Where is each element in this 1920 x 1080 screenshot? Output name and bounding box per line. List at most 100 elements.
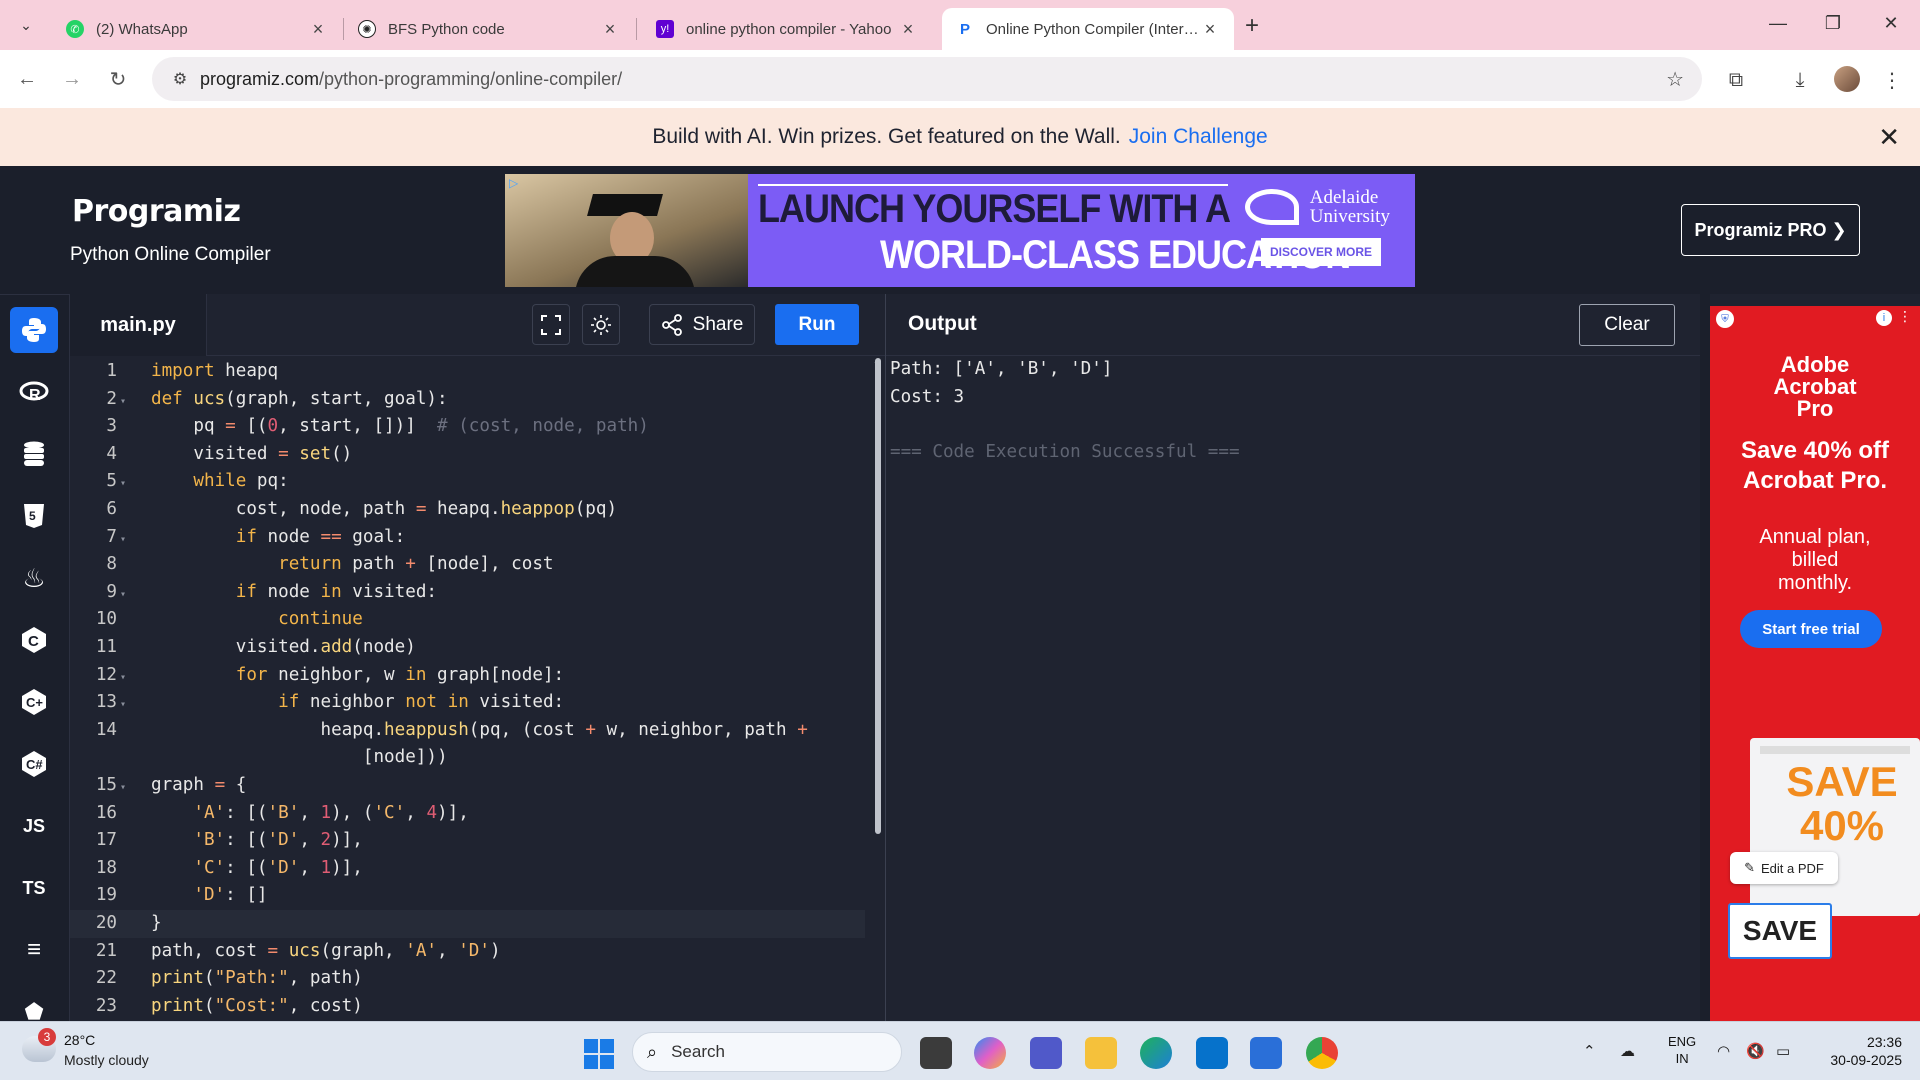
system-clock[interactable]: 23:36 30-09-2025 <box>1818 1033 1902 1069</box>
clear-button[interactable]: Clear <box>1579 304 1675 346</box>
code-line[interactable]: 23 print("Cost:", cost) <box>70 993 865 1021</box>
tab-yahoo-search[interactable]: y! online python compiler - Yahoo × <box>642 8 932 50</box>
code-line[interactable]: 3 pq = [(0, start, [])] # (cost, node, p… <box>70 413 865 441</box>
teams-icon[interactable] <box>1030 1037 1062 1069</box>
tab-search-button[interactable]: ⌄ <box>10 10 42 40</box>
windows-start-icon[interactable] <box>584 1039 614 1069</box>
reload-icon[interactable]: ↻ <box>103 64 133 94</box>
battery-icon[interactable]: ▭ <box>1776 1042 1790 1060</box>
code-line[interactable]: 11 visited.add(node) <box>70 634 865 662</box>
code-line[interactable]: 10 continue <box>70 606 865 634</box>
code-line[interactable]: 17 'B': [('D', 2)], <box>70 827 865 855</box>
minimize-icon[interactable]: — <box>1758 8 1798 38</box>
cpp-icon[interactable]: C+ <box>10 679 58 725</box>
adchoices-icon[interactable]: ▷ <box>509 176 518 190</box>
java-icon[interactable]: ♨ <box>10 555 58 601</box>
code-line[interactable]: [node])) <box>70 744 865 772</box>
tab-bfs-python-code[interactable]: ✺ BFS Python code × <box>344 8 634 50</box>
csharp-icon[interactable]: C# <box>10 741 58 787</box>
run-button[interactable]: Run <box>775 304 859 345</box>
chrome-icon[interactable] <box>1306 1037 1338 1069</box>
code-line[interactable]: 19 'D': [] <box>70 882 865 910</box>
fold-arrow-icon[interactable]: ▾ <box>117 691 129 719</box>
fold-arrow-icon[interactable]: ▾ <box>117 581 129 609</box>
forward-icon[interactable]: → <box>57 64 87 94</box>
input-language[interactable]: ENG IN <box>1668 1033 1696 1067</box>
taskbar-search[interactable]: ⌕ Search <box>632 1032 902 1072</box>
close-tab-icon[interactable]: × <box>1200 19 1220 40</box>
typescript-icon[interactable]: TS <box>10 865 58 911</box>
top-ad-banner[interactable]: ▷ LAUNCH YOURSELF WITH A WORLD-CLASS EDU… <box>505 174 1415 287</box>
html-icon[interactable]: 5 <box>10 493 58 539</box>
pane-divider[interactable] <box>885 294 886 1021</box>
file-tab-main[interactable]: main.py <box>70 294 207 356</box>
close-tab-icon[interactable]: × <box>308 19 328 40</box>
show-hidden-icons[interactable]: ⌃ <box>1583 1042 1596 1060</box>
download-icon[interactable]: ⤓ <box>1786 66 1814 94</box>
start-free-trial-button[interactable]: Start free trial <box>1740 610 1882 648</box>
c-icon[interactable]: C <box>10 617 58 663</box>
code-line[interactable]: 18 'C': [('D', 1)], <box>70 855 865 883</box>
theme-toggle-icon[interactable] <box>582 304 620 345</box>
restore-icon[interactable]: ❐ <box>1813 8 1853 38</box>
new-tab-button[interactable]: + <box>1245 12 1259 40</box>
go-icon[interactable]: ≡ <box>10 927 58 973</box>
address-bar[interactable]: ⚙ programiz.com/python-programming/onlin… <box>152 57 1702 101</box>
code-line[interactable]: 2 ▾ def ucs(graph, start, goal): <box>70 386 865 414</box>
profile-avatar[interactable] <box>1834 66 1860 92</box>
file-explorer-icon[interactable] <box>1085 1037 1117 1069</box>
programiz-logo[interactable]: Programiz <box>72 194 241 229</box>
close-window-icon[interactable]: ✕ <box>1871 8 1911 38</box>
code-editor[interactable]: 1 import heapq 2 ▾ def ucs(graph, start, goa… <box>70 356 865 1021</box>
programiz-pro-button[interactable]: Programiz PRO ❯ <box>1681 204 1860 256</box>
editor-scrollbar[interactable] <box>875 358 881 834</box>
code-line[interactable]: 12 ▾ for neighbor, w in graph[node]: <box>70 662 865 690</box>
volume-muted-icon[interactable]: 🔇 <box>1746 1042 1765 1060</box>
dell-icon[interactable] <box>1196 1037 1228 1069</box>
code-line[interactable]: 22 print("Path:", path) <box>70 965 865 993</box>
code-line[interactable]: 9 ▾ if node in visited: <box>70 579 865 607</box>
extensions-icon[interactable]: ⧉ <box>1722 66 1750 94</box>
code-line[interactable]: 4 visited = set() <box>70 441 865 469</box>
fold-arrow-icon[interactable]: ▾ <box>117 470 129 498</box>
fold-arrow-icon[interactable]: ▾ <box>117 388 129 416</box>
close-tab-icon[interactable]: × <box>898 19 918 40</box>
code-line[interactable]: 6 cost, node, path = heapq.heappop(pq) <box>70 496 865 524</box>
edge-icon[interactable] <box>1140 1037 1172 1069</box>
weather-temperature[interactable]: 28°C <box>64 1032 95 1048</box>
code-line[interactable]: 1 import heapq <box>70 358 865 386</box>
code-line[interactable]: 8 return path + [node], cost <box>70 551 865 579</box>
code-line[interactable]: 20} <box>70 910 865 938</box>
side-ad-adobe[interactable]: ⛨ i ⋮ Adobe Acrobat Pro Save 40% off Acr… <box>1710 306 1920 1021</box>
fold-arrow-icon[interactable]: ▾ <box>117 526 129 554</box>
code-line[interactable]: 5 ▾ while pq: <box>70 468 865 496</box>
store-icon[interactable] <box>1250 1037 1282 1069</box>
browser-menu-icon[interactable]: ⋮ <box>1878 66 1906 94</box>
discover-more-button[interactable]: DISCOVER MORE <box>1261 238 1381 266</box>
site-info-icon[interactable]: ⚙ <box>160 69 200 89</box>
code-line[interactable]: 14 heapq.heappush(pq, (cost + w, neighbo… <box>70 717 865 745</box>
ad-menu-icon[interactable]: ⋮ <box>1898 308 1912 325</box>
ad-info-icon[interactable]: i <box>1876 310 1892 326</box>
onedrive-icon[interactable]: ☁ <box>1620 1042 1635 1060</box>
join-challenge-link[interactable]: Join Challenge <box>1129 125 1268 149</box>
javascript-icon[interactable]: JS <box>10 803 58 849</box>
r-icon[interactable]: R <box>10 369 58 415</box>
back-icon[interactable]: ← <box>12 64 42 94</box>
sql-icon[interactable] <box>10 431 58 477</box>
weather-description[interactable]: Mostly cloudy <box>64 1052 149 1068</box>
fold-arrow-icon[interactable]: ▾ <box>117 664 129 692</box>
share-button[interactable]: Share <box>649 304 755 345</box>
code-line[interactable]: 7 ▾ if node == goal: <box>70 524 865 552</box>
fold-arrow-icon[interactable]: ▾ <box>117 774 129 802</box>
output-console[interactable]: Path: ['A', 'B', 'D'] Cost: 3 === Code E… <box>890 356 1695 1021</box>
copilot-icon[interactable] <box>974 1037 1006 1069</box>
wifi-icon[interactable]: ◠ <box>1717 1042 1730 1060</box>
close-tab-icon[interactable]: × <box>600 19 620 40</box>
code-line[interactable]: 21 path, cost = ucs(graph, 'A', 'D') <box>70 938 865 966</box>
tab-online-python-compiler[interactable]: P Online Python Compiler (Interpreter) × <box>942 8 1234 50</box>
code-line[interactable]: 13 ▾ if neighbor not in visited: <box>70 689 865 717</box>
python-icon[interactable] <box>10 307 58 353</box>
task-view-icon[interactable] <box>920 1037 952 1069</box>
fullscreen-icon[interactable] <box>532 304 570 345</box>
